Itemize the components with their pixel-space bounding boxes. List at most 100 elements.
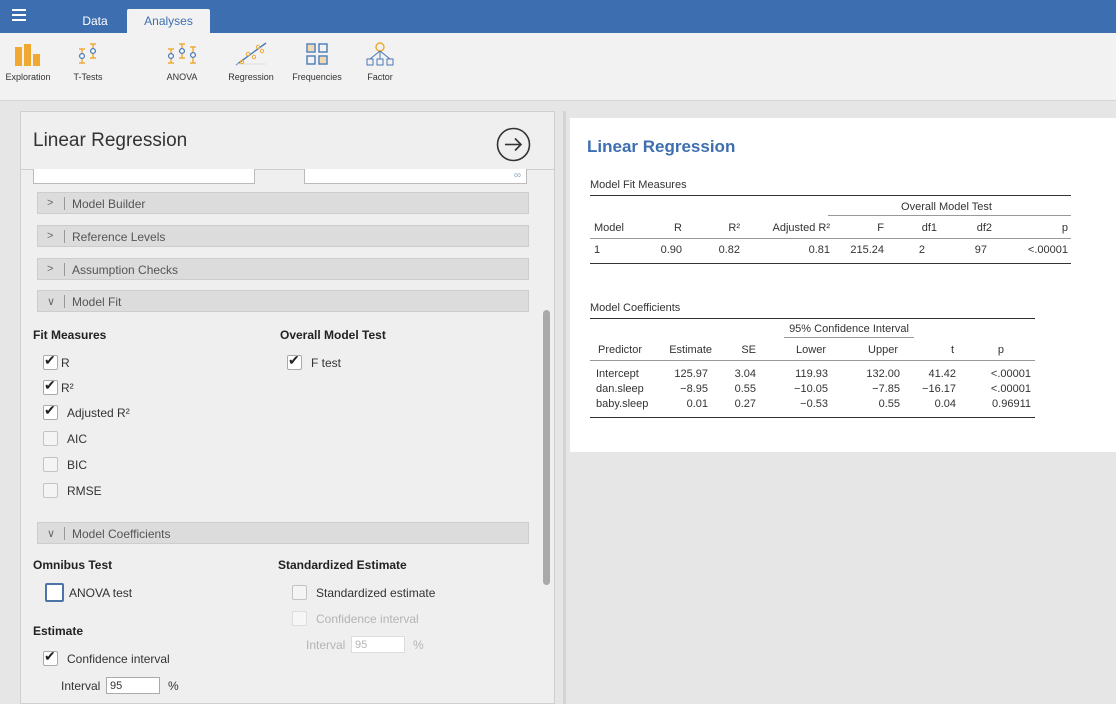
- tab-analyses[interactable]: Analyses: [127, 9, 210, 33]
- checkbox-standardized-ci[interactable]: Confidence interval: [292, 610, 462, 628]
- frequencies-icon: [306, 43, 328, 65]
- section-model-coefficients[interactable]: ∨ Model Coefficients: [37, 522, 529, 544]
- chevron-down-icon: ∨: [47, 528, 56, 540]
- chevron-down-icon: ∨: [47, 296, 56, 308]
- standardized-interval-input[interactable]: [351, 636, 405, 653]
- fit-header-f: F: [877, 222, 884, 234]
- table-cell: baby.sleep: [596, 398, 649, 410]
- table-cell: Intercept: [596, 368, 639, 380]
- table-cell: −16.17: [922, 383, 956, 395]
- standardized-estimate-heading: Standardized Estimate: [278, 558, 407, 572]
- results-panel: Linear Regression Model Fit Measures Ove…: [570, 118, 1116, 452]
- table-cell: 0.01: [686, 398, 708, 410]
- fit-header-df2: df2: [976, 222, 992, 234]
- anova-button[interactable]: ANOVA: [158, 41, 206, 97]
- table-cell: 0.96911: [992, 398, 1031, 410]
- link-icon: ∞: [513, 170, 521, 181]
- analyses-ribbon: Exploration T-Tests ANOVA Regression Fre…: [0, 33, 1116, 101]
- table-cell: 97: [974, 244, 987, 256]
- table-cell: 0.04: [934, 398, 956, 410]
- estimate-interval: Interval %: [61, 677, 201, 695]
- checkbox-adjusted-r-squared[interactable]: ✔ Adjusted R²: [43, 402, 183, 422]
- table-cell: −0.53: [800, 398, 828, 410]
- chevron-right-icon: >: [47, 263, 54, 275]
- model-fit-table-title: Model Fit Measures: [590, 179, 687, 191]
- t-tests-button[interactable]: T-Tests: [64, 41, 112, 97]
- confidence-interval-span-header: 95% Confidence Interval: [789, 323, 909, 335]
- section-assumption-checks[interactable]: > Assumption Checks: [37, 258, 529, 280]
- table-cell: −8.95: [680, 383, 708, 395]
- coef-header-lower: Lower: [796, 344, 826, 356]
- coef-header-se: SE: [741, 344, 756, 356]
- checkbox-standardized-estimate[interactable]: Standardized estimate: [292, 584, 462, 602]
- table-rule: [590, 417, 1035, 418]
- hamburger-icon[interactable]: [12, 9, 26, 21]
- coef-header-upper: Upper: [868, 344, 898, 356]
- table-cell: 0.90: [660, 244, 682, 256]
- options-title: Linear Regression: [33, 130, 188, 151]
- checkbox-rmse[interactable]: RMSE: [43, 482, 143, 500]
- section-model-builder[interactable]: > Model Builder: [37, 192, 529, 214]
- estimate-heading: Estimate: [33, 624, 84, 638]
- table-rule: [590, 360, 1035, 361]
- coef-header-p: p: [997, 344, 1004, 356]
- table-rule: [590, 238, 1071, 239]
- checkmark-icon: ✔: [44, 377, 56, 393]
- tab-data[interactable]: Data: [68, 9, 122, 33]
- table-cell: 0.81: [808, 244, 830, 256]
- coef-header-estimate: Estimate: [669, 344, 712, 356]
- table-cell: 119.93: [795, 368, 828, 380]
- variable-box-left[interactable]: [33, 169, 255, 184]
- table-cell: 0.82: [718, 244, 740, 256]
- checkbox-r[interactable]: ✔ R: [43, 352, 163, 372]
- variable-box-right[interactable]: ∞: [304, 169, 527, 184]
- table-cell: 0.55: [878, 398, 900, 410]
- checkbox-aic[interactable]: AIC: [43, 430, 143, 448]
- table-rule: [590, 195, 1071, 196]
- table-cell: 2: [918, 244, 925, 256]
- section-model-fit[interactable]: ∨ Model Fit: [37, 290, 529, 312]
- top-bar: Data Analyses: [0, 0, 1116, 33]
- estimate-interval-input[interactable]: [106, 677, 160, 694]
- checkmark-icon: ✔: [288, 352, 300, 368]
- panel-divider[interactable]: [563, 111, 566, 704]
- table-cell: 3.04: [734, 368, 756, 380]
- factor-button[interactable]: Factor: [360, 41, 400, 97]
- chevron-right-icon: >: [47, 230, 54, 242]
- table-cell: 132.00: [866, 368, 900, 380]
- results-title: Linear Regression: [587, 137, 736, 156]
- fit-header-p: p: [1061, 222, 1068, 234]
- exploration-button[interactable]: Exploration: [2, 41, 54, 97]
- checkbox-f-test[interactable]: ✔ F test: [287, 352, 387, 372]
- table-rule: [784, 337, 914, 338]
- fit-header-adjusted-r2: Adjusted R²: [772, 222, 830, 234]
- fit-header-model: Model: [594, 222, 624, 234]
- checkbox-bic[interactable]: BIC: [43, 456, 143, 474]
- model-coefficients-table-title: Model Coefficients: [590, 302, 681, 314]
- table-cell: dan.sleep: [596, 383, 644, 395]
- table-rule: [828, 215, 1071, 216]
- fit-header-df1: df1: [921, 222, 937, 234]
- factor-icon: [366, 42, 394, 66]
- table-cell: 1: [594, 244, 601, 256]
- section-reference-levels[interactable]: > Reference Levels: [37, 225, 529, 247]
- t-tests-icon: [78, 43, 97, 64]
- regression-button[interactable]: Regression: [224, 41, 278, 97]
- chevron-right-icon: >: [47, 197, 54, 209]
- checkbox-r-squared[interactable]: ✔ R²: [43, 377, 163, 397]
- table-cell: −10.05: [794, 383, 828, 395]
- frequencies-button[interactable]: Frequencies: [288, 41, 346, 97]
- table-cell: 125.97: [674, 368, 708, 380]
- omnibus-test-heading: Omnibus Test: [33, 558, 113, 572]
- anova-icon: [167, 43, 197, 64]
- options-scrollbar-thumb[interactable]: [543, 310, 550, 585]
- table-rule: [590, 318, 1035, 319]
- fit-measures-heading: Fit Measures: [33, 328, 107, 342]
- fit-header-r2: R²: [728, 222, 740, 234]
- checkbox-estimate-ci[interactable]: ✔ Confidence interval: [43, 648, 213, 668]
- arrow-right-circle-icon[interactable]: [496, 127, 531, 162]
- coef-header-t: t: [950, 344, 954, 356]
- options-panel: Linear Regression ∞ > Model Builder > Re…: [20, 111, 555, 704]
- exploration-icon: [15, 44, 40, 66]
- checkbox-anova-test[interactable]: ANOVA test: [45, 583, 167, 602]
